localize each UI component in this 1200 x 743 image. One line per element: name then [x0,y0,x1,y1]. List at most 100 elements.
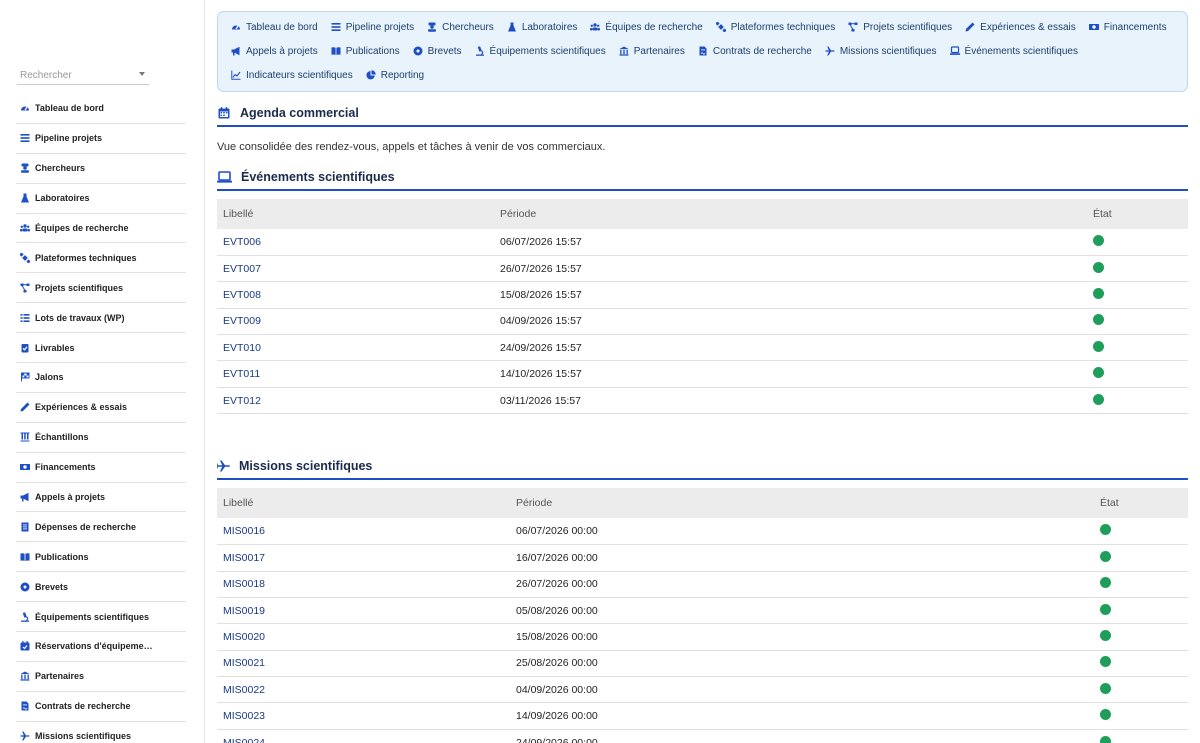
row-status [1094,729,1188,743]
sidebar-item[interactable]: Brevets [16,572,186,603]
row-period: 15/08/2026 00:00 [516,630,598,643]
sidebar-item[interactable]: Échantillons [16,423,186,453]
table-row[interactable]: EVT011 14/10/2026 15:57 [217,361,1188,388]
table-row[interactable]: EVT006 06/07/2026 15:57 [217,229,1188,256]
table-row[interactable]: MIS0022 04/09/2026 00:00 [217,677,1188,703]
sidebar-item[interactable]: Projets scientifiques [16,273,186,304]
table-row[interactable]: MIS0019 05/08/2026 00:00 [217,597,1188,624]
row-period: 05/08/2026 00:00 [516,604,598,617]
sidebar-item[interactable]: Chercheurs [16,154,186,184]
row-label-link[interactable]: MIS0018 [217,571,510,597]
row-label-link[interactable]: MIS0024 [217,729,510,743]
sidebar-item[interactable]: Partenaires [16,662,186,692]
row-label-link[interactable]: EVT012 [217,387,494,413]
sidebar-item[interactable]: Expériences & essais [16,393,186,423]
top-nav-link-label: Missions scientifiques [839,45,937,57]
table-row[interactable]: EVT010 24/09/2026 15:57 [217,335,1188,361]
sidebar-item[interactable]: Pipeline projets [16,124,186,154]
table-row[interactable]: MIS0023 14/09/2026 00:00 [217,703,1188,730]
top-nav-link-label: Projets scientifiques [863,21,953,33]
row-label-link[interactable]: EVT007 [217,255,494,281]
table-row[interactable]: MIS0024 24/09/2026 00:00 [217,729,1188,743]
sidebar-item-label: Laboratoires [35,193,90,204]
row-label-link[interactable]: EVT010 [217,335,494,361]
top-nav-link[interactable]: Pipeline projets [331,22,414,33]
sidebar-item-label: Jalons [35,372,64,383]
sidebar-item[interactable]: Livrables [16,333,186,364]
status-dot-icon [1093,367,1104,379]
sidebar-item[interactable]: Missions scientifiques [16,722,186,743]
sidebar-item[interactable]: Contrats de recherche [16,692,186,722]
top-nav-link-label: Plateformes techniques [730,21,836,33]
top-nav-link[interactable]: Indicateurs scientifiques [231,70,353,81]
top-nav-link[interactable]: Brevets [413,46,462,57]
top-nav-row: Tableau de bord Pipeline projets Chercheur… [218,19,1167,35]
row-label-link[interactable]: MIS0022 [217,677,510,703]
row-label-link[interactable]: MIS0019 [217,597,510,623]
sidebar-item[interactable]: Plateformes techniques [16,243,186,274]
sidebar-item[interactable]: Dépenses de recherche [16,512,186,543]
top-nav-link[interactable]: Projets scientifiques [848,22,952,33]
sidebar-item[interactable]: Équipes de recherche [16,214,186,244]
top-nav-link[interactable]: Équipements scientifiques [475,46,606,57]
top-nav-link[interactable]: Chercheurs [427,22,494,33]
row-label-link[interactable]: MIS0017 [217,545,510,571]
chevron-down-icon[interactable] [139,72,145,76]
sidebar-item[interactable]: Réservations d'équipeme… [16,632,186,662]
top-nav-link[interactable]: Appels à projets [231,46,318,57]
top-nav-link-label: Expériences & essais [980,21,1076,33]
sidebar-item-label: Partenaires [35,671,85,682]
top-nav-link[interactable]: Contrats de recherche [698,46,812,57]
table-row[interactable]: MIS0020 15/08/2026 00:00 [217,624,1188,651]
table-row[interactable]: MIS0018 26/07/2026 00:00 [217,571,1188,598]
table-row[interactable]: EVT012 03/11/2026 15:57 [217,387,1188,414]
list-icon [20,133,30,143]
row-label-link[interactable]: MIS0016 [217,518,510,544]
table-row[interactable]: MIS0021 25/08/2026 00:00 [217,650,1188,677]
top-navigation: Tableau de bord Pipeline projets Chercheur… [217,11,1188,92]
top-nav-link-label: Laboratoires [521,21,578,33]
table-row[interactable]: EVT008 15/08/2026 15:57 [217,282,1188,309]
sidebar-item-label: Échantillons [35,432,89,443]
top-nav-link[interactable]: Équipes de recherche [590,21,703,33]
row-label-link[interactable]: MIS0020 [217,624,510,650]
sidebar-item[interactable]: Publications [16,542,186,573]
top-nav-link[interactable]: Partenaires [619,46,685,57]
sidebar-item[interactable]: Appels à projets [16,483,186,513]
row-label-link[interactable]: EVT006 [217,229,494,255]
gauge-icon [231,22,241,32]
table-row[interactable]: EVT009 04/09/2026 15:57 [217,308,1188,335]
top-nav-link[interactable]: Missions scientifiques [825,46,937,57]
sidebar-item[interactable]: Équipements scientifiques [16,602,186,633]
top-nav-link[interactable]: Événements scientifiques [949,46,1078,57]
sidebar-item[interactable]: Jalons [16,363,186,393]
row-period: 24/09/2026 15:57 [500,341,582,354]
search-select[interactable]: Rechercher [17,66,149,85]
table-row[interactable]: MIS0016 06/07/2026 00:00 [217,518,1188,545]
sidebar-item-label: Équipes de recherche [35,223,129,233]
top-nav-link[interactable]: Reporting [366,70,424,81]
top-nav-link[interactable]: Expériences & essais [965,22,1076,33]
row-period: 04/09/2026 15:57 [500,315,582,328]
row-label-link[interactable]: EVT011 [217,361,494,387]
row-label-link[interactable]: MIS0021 [217,650,510,676]
top-nav-link[interactable]: Laboratoires [507,21,578,33]
row-label-link[interactable]: MIS0023 [217,703,510,729]
satellite-icon [20,252,30,263]
table-row[interactable]: EVT007 26/07/2026 15:57 [217,255,1188,282]
top-nav-link-label: Équipes de recherche [605,21,703,33]
sidebar-item[interactable]: Tableau de bord [16,94,186,124]
top-nav-row: Indicateurs scientifiques Reporting [218,67,424,83]
user-icon [20,163,30,173]
sidebar-item[interactable]: Lots de travaux (WP) [16,303,186,334]
sidebar-item[interactable]: Laboratoires [16,184,186,214]
top-nav-link[interactable]: Publications [331,46,400,57]
top-nav-link[interactable]: Financements [1088,22,1167,33]
top-nav-link[interactable]: Tableau de bord [231,22,318,33]
row-label-link[interactable]: EVT009 [217,308,494,334]
row-status [1087,387,1188,413]
sidebar-item[interactable]: Financements [16,453,186,483]
table-row[interactable]: MIS0017 16/07/2026 00:00 [217,545,1188,572]
top-nav-link[interactable]: Plateformes techniques [715,21,836,33]
row-label-link[interactable]: EVT008 [217,282,494,308]
